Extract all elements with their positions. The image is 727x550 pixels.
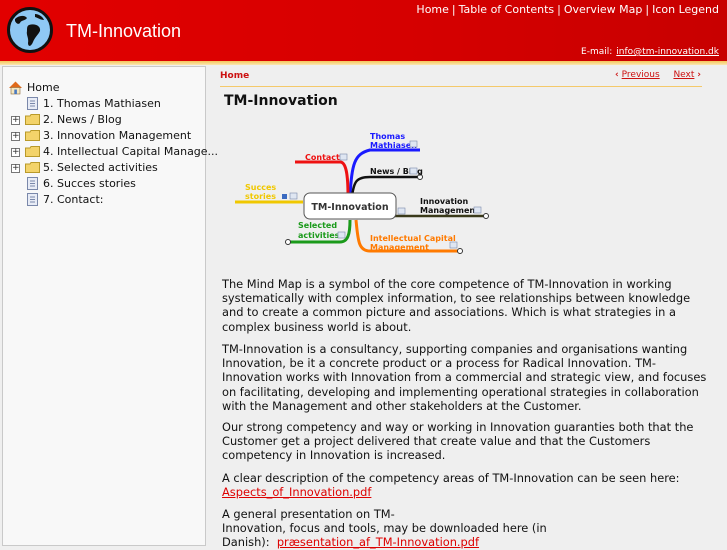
breadcrumb: Home bbox=[220, 71, 249, 81]
sidebar-tree: Home 1. Thomas Mathiasen + 2. News / Blo… bbox=[2, 66, 218, 546]
page-title: TM-Innovation bbox=[224, 93, 338, 109]
link-icon bbox=[282, 194, 287, 199]
expand-icon[interactable]: + bbox=[11, 132, 20, 141]
presentation-pdf-link[interactable]: præsentation_af_TM-Innovation.pdf bbox=[277, 535, 479, 549]
tree-item-thomas-mathiasen[interactable]: 1. Thomas Mathiasen bbox=[8, 96, 204, 112]
branch-contact bbox=[295, 160, 350, 197]
tree-label: 7. Contact: bbox=[43, 193, 104, 206]
paragraph-mind-map: The Mind Map is a symbol of the core com… bbox=[222, 277, 691, 334]
nav-separator: | bbox=[645, 3, 650, 16]
paragraph-description: A clear description of the competency ar… bbox=[222, 471, 712, 499]
email-contact: E-mail: info@tm-innovation.dk bbox=[581, 47, 719, 57]
expand-node-icon bbox=[483, 213, 489, 219]
tree-label: 5. Selected activities bbox=[43, 161, 158, 174]
mindmap-label-contact: Contact: bbox=[305, 153, 343, 162]
expand-node-icon bbox=[285, 239, 291, 245]
home-icon bbox=[9, 81, 22, 95]
mindmap-label-innovation: Innovation bbox=[420, 197, 469, 206]
chevron-right-icon: › bbox=[697, 70, 701, 80]
mindmap-label-thomas: Thomas bbox=[370, 132, 405, 141]
chevron-left-icon: ‹ bbox=[615, 70, 619, 80]
paragraph-presentation: A general presentation on TM- Innovation… bbox=[222, 507, 712, 550]
tree-item-succes-stories[interactable]: 6. Succes stories bbox=[8, 176, 204, 192]
nav-home[interactable]: Home bbox=[416, 3, 448, 16]
main-content: Home ‹ Previous Next › TM-Innovation TM-… bbox=[210, 66, 727, 549]
tree-item-innovation-management[interactable]: + 3. Innovation Management bbox=[8, 128, 204, 144]
mindmap-label-succes: stories bbox=[245, 192, 276, 201]
mindmap-label-selected: Selected bbox=[298, 221, 337, 230]
site-header: TM-Innovation Home | Table of Contents | Ove… bbox=[0, 0, 727, 61]
nav-separator: | bbox=[557, 3, 561, 16]
nav-overview-map[interactable]: Overview Map bbox=[564, 3, 643, 16]
tree-item-selected-activities[interactable]: + 5. Selected activities bbox=[8, 160, 204, 176]
folder-icon bbox=[25, 146, 40, 157]
page-navigation: ‹ Previous Next › bbox=[615, 70, 701, 80]
expand-icon[interactable]: + bbox=[11, 116, 20, 125]
mindmap-center-label: TM-Innovation bbox=[311, 202, 388, 213]
email-link[interactable]: info@tm-innovation.dk bbox=[616, 47, 719, 57]
mind-map-image[interactable]: TM-Innovation Thomas Mathiasen Contact: … bbox=[230, 124, 495, 264]
mindmap-label-succes: Succes bbox=[245, 183, 276, 192]
tree-item-intellectual-capital-management[interactable]: + 4. Intellectual Capital Manage... bbox=[8, 144, 218, 160]
breadcrumb-home[interactable]: Home bbox=[220, 71, 249, 81]
header-divider bbox=[0, 61, 727, 65]
top-navigation: Home | Table of Contents | Overview Map | Icon… bbox=[416, 3, 719, 16]
page-icon bbox=[27, 177, 38, 190]
previous-link[interactable]: Previous bbox=[622, 70, 660, 80]
mindmap-label-icm: Management bbox=[370, 243, 429, 252]
expand-node-icon bbox=[457, 248, 463, 254]
tree-label: 6. Succes stories bbox=[43, 177, 136, 190]
nav-separator: | bbox=[451, 3, 456, 16]
page-icon bbox=[27, 97, 38, 110]
mindmap-label-selected: activities bbox=[298, 231, 340, 240]
paragraph-consultancy: TM-Innovation is a consultancy, supporti… bbox=[222, 342, 707, 413]
tree-item-news-blog[interactable]: + 2. News / Blog bbox=[8, 112, 204, 128]
tree-label: 3. Innovation Management bbox=[43, 129, 192, 142]
paragraph-competency: Our strong competency and way or working… bbox=[222, 420, 694, 463]
tree-label: 2. News / Blog bbox=[43, 113, 122, 126]
tree-label: Home bbox=[27, 81, 60, 94]
presentation-text: A general presentation on TM- bbox=[222, 507, 395, 521]
presentation-text: Danish): bbox=[222, 535, 270, 550]
globe-icon[interactable] bbox=[7, 7, 53, 53]
tree-label: 4. Intellectual Capital Manage... bbox=[43, 145, 219, 158]
tree-label: 1. Thomas Mathiasen bbox=[43, 97, 161, 110]
description-text: A clear description of the competency ar… bbox=[222, 471, 680, 485]
mindmap-label-icm: Intellectual Capital bbox=[370, 234, 456, 243]
aspects-pdf-link[interactable]: Aspects_of_Innovation.pdf bbox=[222, 485, 371, 499]
mindmap-label-innovation: Management bbox=[420, 206, 479, 215]
nav-table-of-contents[interactable]: Table of Contents bbox=[459, 3, 555, 16]
presentation-text: Innovation, focus and tools, may be down… bbox=[222, 521, 547, 536]
email-label: E-mail: bbox=[581, 47, 613, 57]
folder-icon bbox=[25, 114, 40, 125]
folder-icon bbox=[25, 130, 40, 141]
content-divider bbox=[220, 86, 702, 87]
page-icon bbox=[27, 193, 38, 206]
expand-icon[interactable]: + bbox=[11, 164, 20, 173]
nav-icon-legend[interactable]: Icon Legend bbox=[652, 3, 719, 16]
next-link[interactable]: Next bbox=[673, 70, 694, 80]
tree-item-contact[interactable]: 7. Contact: bbox=[8, 192, 204, 208]
folder-icon bbox=[25, 162, 40, 173]
expand-icon[interactable]: + bbox=[11, 148, 20, 157]
site-title[interactable]: TM-Innovation bbox=[66, 21, 181, 42]
